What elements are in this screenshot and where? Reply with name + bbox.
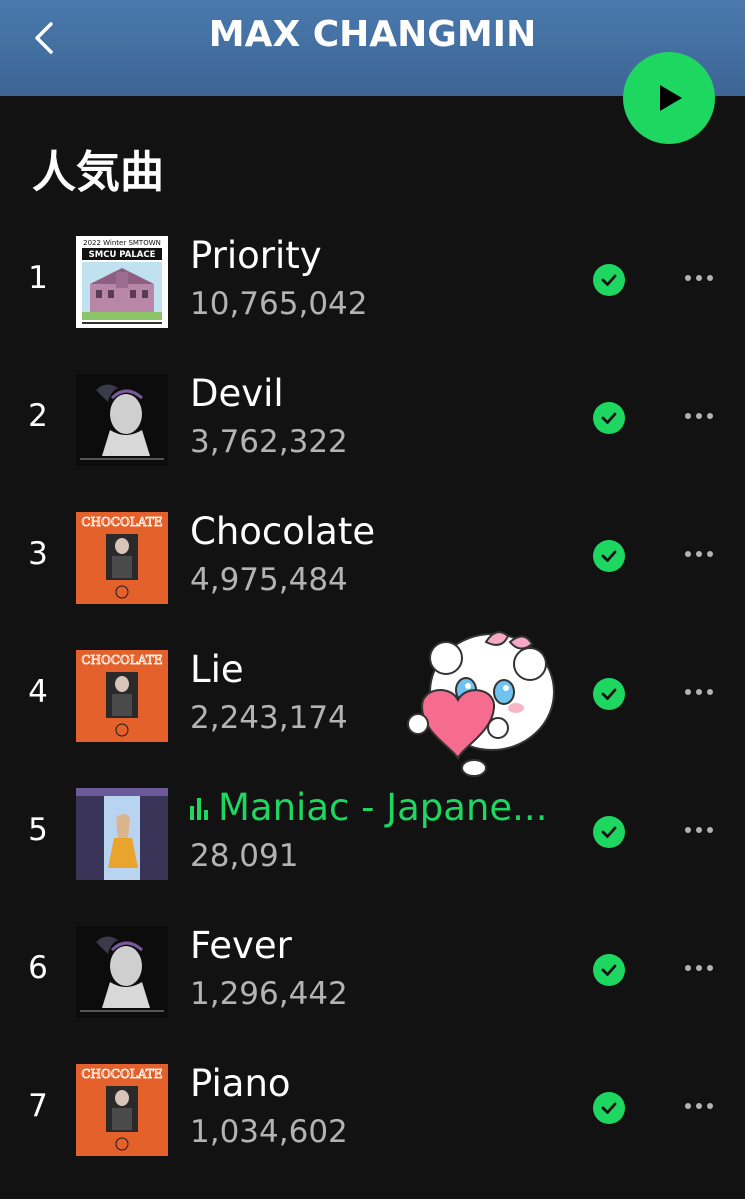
more-dot [696, 827, 702, 833]
more-horizontal-icon [685, 965, 691, 971]
play-count: 28,091 [190, 838, 299, 874]
more-horizontal-icon [685, 689, 691, 695]
page-title: MAX CHANGMIN [208, 14, 537, 55]
album-cover: 2022 Winter SMTOWN SMCU PALACE [76, 236, 168, 328]
play-count: 2,243,174 [190, 700, 348, 736]
track-title: Maniac - Japane... [190, 786, 547, 829]
more-options-button[interactable] [676, 672, 722, 712]
more-options-button[interactable] [676, 948, 722, 988]
play-count: 4,975,484 [190, 562, 348, 598]
track-row[interactable]: 3 CHOCOLATE Chocolate 4,975,484 [0, 510, 745, 606]
play-count: 10,765,042 [190, 286, 368, 322]
more-dot [707, 551, 713, 557]
track-title-text: Chocolate [190, 510, 376, 553]
heart-sticker-icon [407, 631, 555, 777]
album-cover: CHOCOLATE [76, 1064, 168, 1156]
track-row[interactable]: 4 CHOCOLATE Lie 2,243,174 [0, 648, 745, 744]
check-circle-icon[interactable] [593, 402, 625, 434]
more-dot [696, 413, 702, 419]
play-button[interactable] [623, 52, 715, 144]
more-horizontal-icon [685, 275, 691, 281]
track-title-text: Maniac - Japane... [218, 786, 548, 829]
track-number: 7 [28, 1088, 48, 1124]
track-title: Fever [190, 924, 292, 967]
svg-text:CHOCOLATE: CHOCOLATE [81, 653, 162, 667]
more-options-button[interactable] [676, 258, 722, 298]
check-circle-icon[interactable] [593, 954, 625, 986]
more-options-button[interactable] [676, 534, 722, 574]
check-circle-icon[interactable] [593, 816, 625, 848]
svg-text:SMCU PALACE: SMCU PALACE [89, 250, 156, 260]
track-title: Chocolate [190, 510, 375, 553]
more-horizontal-icon [685, 1103, 691, 1109]
track-title: Piano [190, 1062, 291, 1105]
track-number: 6 [28, 950, 48, 986]
more-dot [707, 275, 713, 281]
track-title-text: Fever [190, 924, 292, 967]
track-row[interactable]: 6 Fever 1,296,442 [0, 924, 745, 1020]
track-title: Devil [190, 372, 284, 415]
track-row[interactable]: 2 Devil 3,762,322 [0, 372, 745, 468]
album-cover [76, 374, 168, 466]
more-dot [707, 827, 713, 833]
track-number: 1 [28, 260, 48, 296]
track-number: 5 [28, 812, 48, 848]
track-number: 4 [28, 674, 48, 710]
more-dot [707, 689, 713, 695]
album-cover [76, 926, 168, 1018]
check-circle-icon[interactable] [593, 1092, 625, 1124]
section-title: 人気曲 [32, 147, 164, 198]
more-dot [696, 1103, 702, 1109]
play-count: 1,296,442 [190, 976, 348, 1012]
track-title-text: Lie [190, 648, 244, 691]
check-circle-icon[interactable] [593, 264, 625, 296]
track-row[interactable]: 7 CHOCOLATE Piano 1,034,602 [0, 1062, 745, 1158]
more-options-button[interactable] [676, 396, 722, 436]
track-row[interactable]: 1 2022 Winter SMTOWN SMCU PALACE Priorit… [0, 234, 745, 330]
play-count: 1,034,602 [190, 1114, 348, 1150]
svg-text:CHOCOLATE: CHOCOLATE [81, 1067, 162, 1081]
more-options-button[interactable] [676, 810, 722, 850]
album-cover: CHOCOLATE [76, 512, 168, 604]
more-dot [707, 965, 713, 971]
play-count: 3,762,322 [190, 424, 348, 460]
more-dot [696, 689, 702, 695]
track-title-text: Piano [190, 1062, 291, 1105]
track-title-text: Priority [190, 234, 322, 277]
more-dot [696, 275, 702, 281]
more-horizontal-icon [685, 551, 691, 557]
more-options-button[interactable] [676, 1086, 722, 1126]
track-row[interactable]: 5 Maniac - Japane... 28,091 [0, 786, 745, 882]
more-dot [696, 965, 702, 971]
play-icon [660, 85, 682, 111]
track-number: 3 [28, 536, 48, 572]
album-cover: CHOCOLATE [76, 650, 168, 742]
more-dot [696, 551, 702, 557]
equalizer-icon [190, 798, 208, 820]
track-title-text: Devil [190, 372, 284, 415]
check-circle-icon[interactable] [593, 678, 625, 710]
more-dot [707, 1103, 713, 1109]
more-horizontal-icon [685, 827, 691, 833]
svg-text:CHOCOLATE: CHOCOLATE [81, 515, 162, 529]
more-dot [707, 413, 713, 419]
svg-text:2022 Winter SMTOWN: 2022 Winter SMTOWN [83, 239, 161, 247]
track-title: Priority [190, 234, 322, 277]
track-title: Lie [190, 648, 244, 691]
album-cover [76, 788, 168, 880]
more-horizontal-icon [685, 413, 691, 419]
check-circle-icon[interactable] [593, 540, 625, 572]
track-number: 2 [28, 398, 48, 434]
